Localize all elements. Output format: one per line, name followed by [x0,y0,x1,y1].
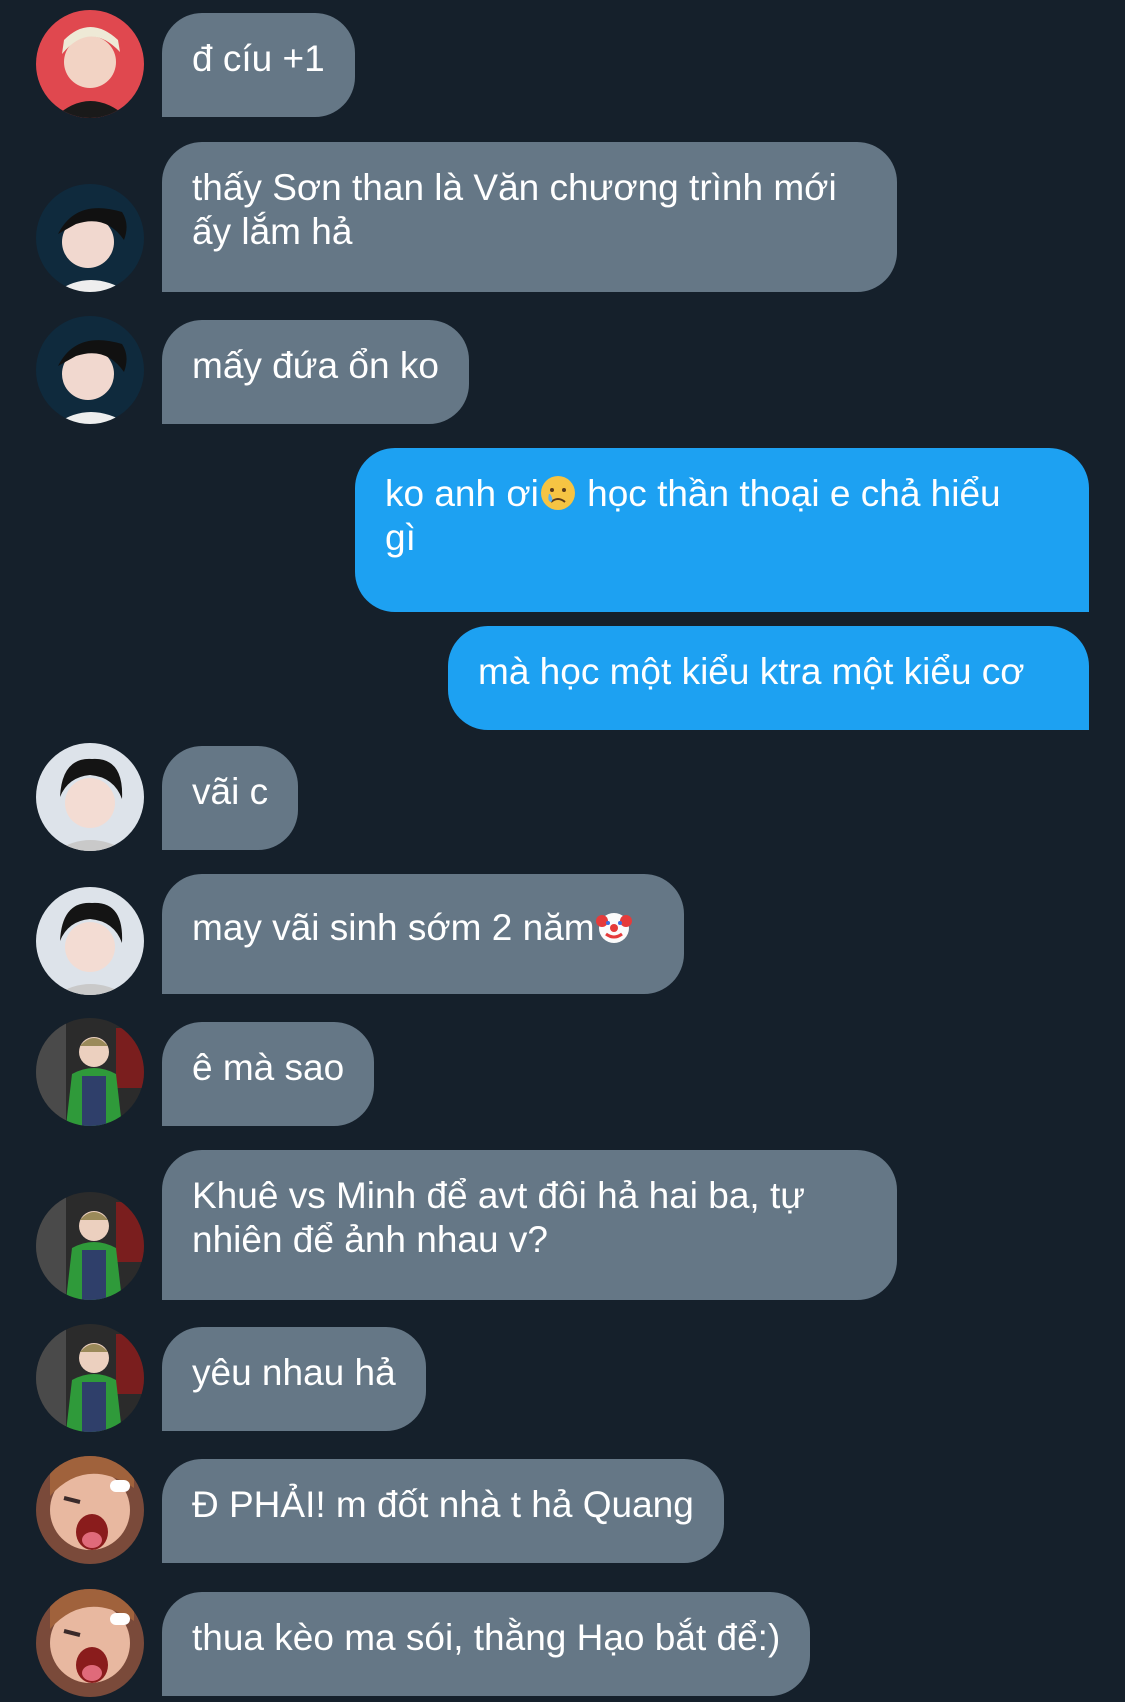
message-text: ko anh ơi [385,473,539,514]
message-text-line: thấy Sơn than là Văn chương trình mới [192,167,837,208]
message-bubble[interactable]: Khuê vs Minh để avt đôi hả hai ba, tự nh… [162,1150,897,1300]
message-bubble[interactable]: yêu nhau hả [162,1327,426,1431]
message-thread: đ cíu +1 thấy Sơn than là Văn chương trì… [0,0,1125,1702]
message-bubble-outgoing[interactable]: ko anh ơi học thần thoại e chả hiểu gì [355,448,1089,612]
message-text: đ cíu +1 [192,38,325,79]
avatar-shouting-icon[interactable] [36,1589,144,1697]
message-text: thua kèo ma sói, thằng Hạo bắt để:) [192,1617,781,1658]
message-bubble[interactable]: may vãi sinh sớm 2 năm [162,874,684,994]
avatar-shouting-icon[interactable] [36,1456,144,1564]
avatar-wavy-hair-icon[interactable] [36,887,144,995]
message-text-line: nhiên để ảnh nhau v? [192,1219,548,1260]
message-text: yêu nhau hả [192,1352,396,1393]
message-text-line: gì [385,517,416,558]
message-bubble[interactable]: thua kèo ma sói, thằng Hạo bắt để:) [162,1592,811,1696]
message-bubble[interactable]: vãi c [162,746,299,850]
message-text: mấy đứa ổn ko [192,345,439,386]
clown-face-icon [595,908,633,946]
message-bubble[interactable]: mấy đứa ổn ko [162,320,469,424]
message-bubble-outgoing[interactable]: mà học một kiểu ktra một kiểu cơ [448,626,1089,730]
avatar-green-jacket-icon[interactable] [36,1324,144,1432]
message-text-line: Khuê vs Minh để avt đôi hả hai ba, tự [192,1175,806,1216]
message-text: Đ PHẢI! m đốt nhà t hả Quang [192,1484,694,1525]
avatar-green-jacket-icon[interactable] [36,1018,144,1126]
message-text: may vãi sinh sớm 2 năm [192,907,595,948]
message-text: mà học một kiểu ktra một kiểu cơ [478,651,1025,692]
avatar-darkhair-icon[interactable] [36,316,144,424]
message-text: vãi c [192,771,269,812]
crying-face-icon [539,474,577,512]
message-bubble[interactable]: đ cíu +1 [162,13,355,117]
message-text-line: ấy lắm hả [192,211,353,252]
message-bubble[interactable]: Đ PHẢI! m đốt nhà t hả Quang [162,1459,724,1563]
avatar-wavy-hair-icon[interactable] [36,743,144,851]
avatar-green-jacket-icon[interactable] [36,1192,144,1300]
avatar-blonde-icon[interactable] [36,10,144,118]
message-bubble[interactable]: ê mà sao [162,1022,375,1126]
avatar-darkhair-icon[interactable] [36,184,144,292]
message-text: học thần thoại e chả hiểu [576,473,1001,514]
message-bubble[interactable]: thấy Sơn than là Văn chương trình mới ấy… [162,142,897,292]
message-text: ê mà sao [192,1047,345,1088]
